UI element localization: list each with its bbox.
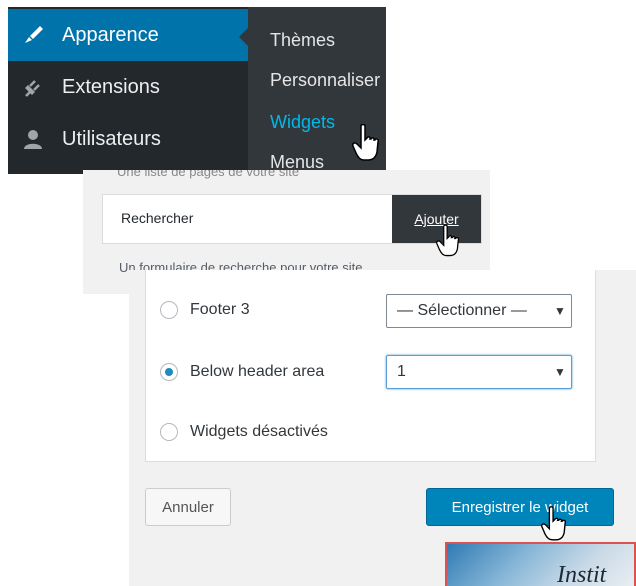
select-value: — Sélectionner —: [397, 302, 527, 319]
option-label: Below header area: [190, 363, 325, 380]
thumbnail-text: Instit: [557, 562, 607, 586]
menu-item-utilisateurs[interactable]: Utilisateurs: [8, 113, 248, 165]
radio-button-checked[interactable]: [160, 363, 178, 381]
option-label: Widgets désactivés: [190, 423, 328, 440]
dropdown-arrow-icon: ▼: [554, 304, 566, 318]
submenu-item-themes[interactable]: Thèmes: [270, 30, 335, 51]
user-icon: [22, 128, 44, 150]
sidebar-chooser: Footer 3 — Sélectionner — ▼ Below header…: [129, 270, 636, 586]
radio-button[interactable]: [160, 301, 178, 319]
widget-title: Rechercher: [121, 210, 194, 226]
dropdown-arrow-icon: ▼: [554, 365, 566, 379]
menu-item-label: Extensions: [62, 75, 160, 98]
cancel-button[interactable]: Annuler: [145, 488, 231, 526]
admin-menu-main: Apparence Extensions Utilisateurs: [8, 7, 248, 174]
hand-cursor-icon: [541, 506, 567, 541]
menu-item-label: Apparence: [62, 23, 159, 46]
widget-search[interactable]: Rechercher Ajouter: [102, 194, 482, 244]
plugin-icon: [22, 76, 44, 98]
option-widgets-desactives[interactable]: Widgets désactivés: [160, 423, 328, 441]
submenu-item-personnaliser[interactable]: Personnaliser: [270, 70, 380, 91]
thumbnail-image: Instit: [445, 542, 636, 586]
select-value: 1: [397, 363, 406, 380]
admin-menu: Apparence Extensions Utilisateurs Thèmes…: [8, 7, 386, 174]
option-label: Footer 3: [190, 301, 250, 318]
menu-item-apparence[interactable]: Apparence: [8, 9, 248, 61]
menu-item-label: Utilisateurs: [62, 127, 161, 150]
menu-item-extensions[interactable]: Extensions: [8, 61, 248, 113]
hand-cursor-icon: [436, 224, 460, 257]
sidebar-options: Footer 3 — Sélectionner — ▼ Below header…: [145, 270, 596, 462]
radio-button[interactable]: [160, 423, 178, 441]
option-below-header-area[interactable]: Below header area: [160, 363, 324, 381]
paintbrush-icon: [22, 24, 44, 46]
option-footer-3[interactable]: Footer 3: [160, 301, 250, 319]
clipped-description: Une liste de pages de votre site: [117, 170, 300, 179]
position-select[interactable]: 1 ▼: [386, 355, 572, 389]
submenu-item-widgets[interactable]: Widgets: [270, 112, 335, 133]
hand-cursor-icon: [352, 124, 379, 161]
save-widget-button[interactable]: Enregistrer le widget: [426, 488, 614, 526]
position-select[interactable]: — Sélectionner — ▼: [386, 294, 572, 328]
